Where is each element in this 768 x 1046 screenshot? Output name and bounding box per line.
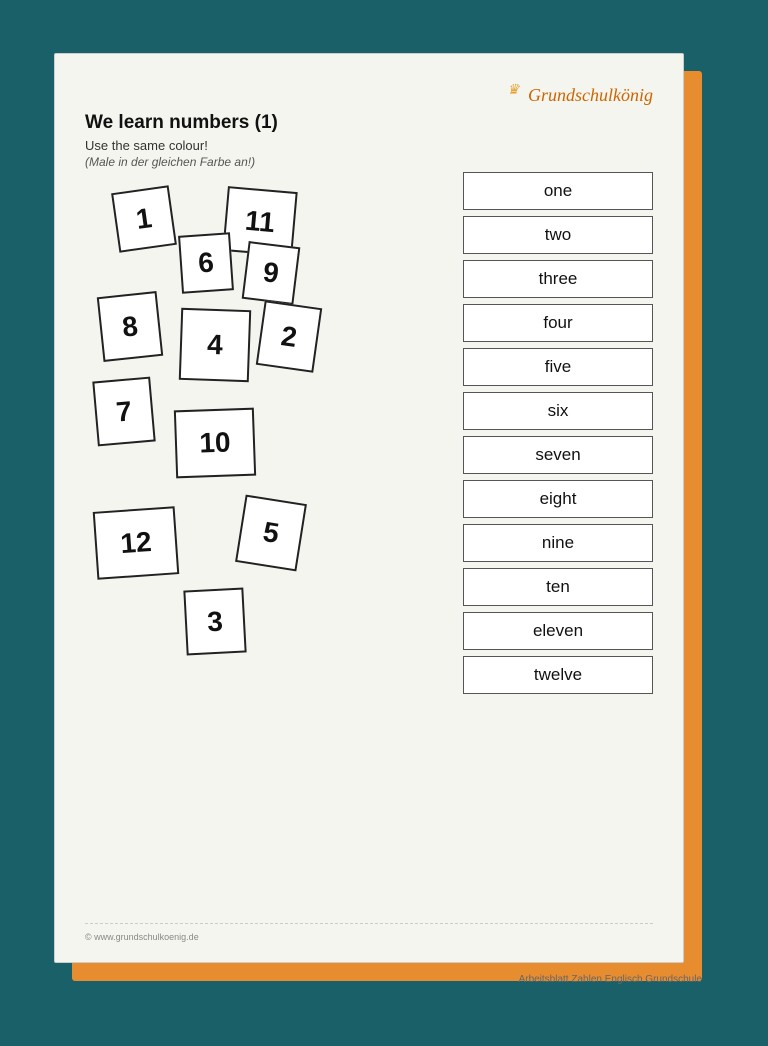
crown-icon: ♛ [507,83,520,98]
word-box-five: five [463,348,653,386]
number-card: 4 [179,308,251,382]
left-panel: We learn numbers (1) Use the same colour… [85,112,463,923]
word-box-three: three [463,260,653,298]
word-box-eleven: eleven [463,612,653,650]
word-box-six: six [463,392,653,430]
word-box-one: one [463,172,653,210]
worksheet: ♛ Grundschulkönig We learn numbers (1) U… [54,53,684,963]
numbers-scatter: 111698427101253 [85,189,345,789]
word-box-two: two [463,216,653,254]
subtitle-german: (Male in der gleichen Farbe an!) [85,155,453,169]
content-area: We learn numbers (1) Use the same colour… [85,112,653,923]
footer: © www.grundschulkoenig.de [85,923,653,942]
word-box-ten: ten [463,568,653,606]
number-card: 7 [92,377,155,447]
word-box-eight: eight [463,480,653,518]
number-card: 12 [93,506,180,580]
outer-wrapper: ♛ Grundschulkönig We learn numbers (1) U… [54,53,714,993]
number-card: 2 [256,300,322,372]
number-card: 9 [242,241,301,305]
bottom-label: Arbeitsblatt Zahlen Englisch Grundschule [519,974,702,985]
word-box-twelve: twelve [463,656,653,694]
number-card: 10 [174,408,256,479]
word-box-nine: nine [463,524,653,562]
word-box-four: four [463,304,653,342]
page-title: We learn numbers (1) [85,112,453,134]
number-card: 5 [235,495,307,572]
logo-area: ♛ Grundschulkönig [85,82,653,106]
word-box-seven: seven [463,436,653,474]
footer-text: © www.grundschulkoenig.de [85,932,199,942]
subtitle: Use the same colour! [85,138,453,153]
number-card: 8 [97,291,163,362]
word-list: one two three four five six seven eight nine ten e… [463,112,653,923]
logo-text: ♛ Grundschulkönig [507,82,653,106]
number-card: 1 [111,185,177,252]
number-card: 6 [178,232,234,293]
number-card: 3 [183,587,246,655]
